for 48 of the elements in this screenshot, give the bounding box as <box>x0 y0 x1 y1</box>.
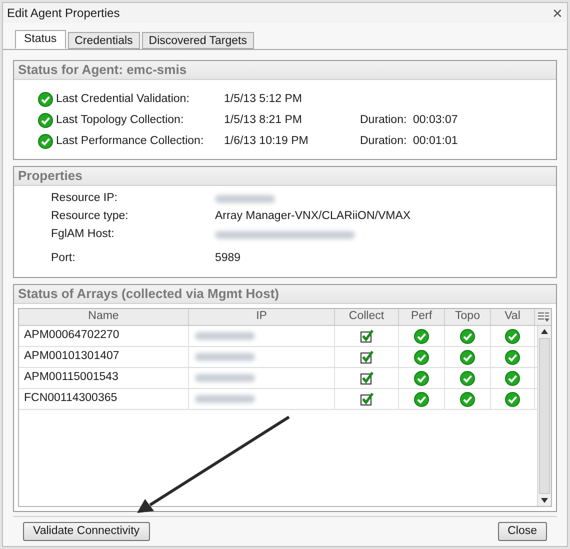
tab[interactable]: Status <box>15 30 66 49</box>
table-cell: APM00064702270 <box>19 326 189 346</box>
property-value: 5989 <box>215 250 241 266</box>
blurred-value <box>195 395 255 403</box>
blurred-value <box>195 332 255 340</box>
status-time: 1/6/13 10:19 PM <box>224 134 310 149</box>
table-cell: APM00101301407 <box>19 347 189 367</box>
column-header[interactable]: Perf <box>399 309 445 325</box>
checkbox[interactable] <box>360 371 374 385</box>
section-title: Status for Agent: emc-smis <box>14 61 556 80</box>
section-title: Status of Arrays (collected via Mgmt Host) <box>14 285 556 304</box>
property-label: FglAM Host: <box>51 226 116 242</box>
status-label: Last Credential Validation: <box>56 92 190 107</box>
checkbox[interactable] <box>360 329 374 343</box>
duration-label: Duration: <box>360 134 408 149</box>
column-header[interactable]: Val <box>491 309 535 325</box>
checkbox[interactable] <box>360 392 374 406</box>
column-header[interactable]: IP <box>189 309 335 325</box>
close-button[interactable]: Close <box>498 522 547 541</box>
column-header[interactable]: Topo <box>445 309 491 325</box>
property-label: Port: <box>51 250 76 266</box>
window-title: Edit Agent Properties <box>7 5 120 22</box>
property-label: Resource IP: <box>51 190 118 206</box>
validate-connectivity-button[interactable]: Validate Connectivity <box>23 522 150 541</box>
column-menu-icon[interactable] <box>538 312 548 322</box>
blurred-value <box>215 194 275 202</box>
table-cell: APM00115001543 <box>19 368 189 388</box>
status-label: Last Topology Collection: <box>56 112 185 128</box>
column-header[interactable]: Name <box>19 309 189 325</box>
duration-value: 00:01:01 <box>413 134 458 149</box>
blurred-value <box>195 353 255 361</box>
status-time: 1/5/13 8:21 PM <box>224 112 303 128</box>
status-time: 1/5/13 5:12 PM <box>224 92 303 107</box>
scrollbar[interactable] <box>537 326 551 506</box>
duration-label: Duration: <box>360 112 408 128</box>
scroll-down-icon[interactable] <box>541 498 548 503</box>
scroll-up-icon[interactable] <box>541 329 548 334</box>
blurred-value <box>195 374 255 382</box>
tab[interactable]: Credentials <box>68 32 140 49</box>
duration-value: 00:03:07 <box>413 112 458 128</box>
tab[interactable]: Discovered Targets <box>142 32 254 49</box>
checkbox[interactable] <box>360 350 374 364</box>
property-value: Array Manager-VNX/CLARiiON/VMAX <box>215 208 411 224</box>
property-label: Resource type: <box>51 208 130 224</box>
table-cell: FCN00114300365 <box>19 389 189 409</box>
status-label: Last Performance Collection: <box>56 134 205 149</box>
section-title: Properties <box>14 167 556 186</box>
column-header[interactable]: Collect <box>335 309 399 325</box>
